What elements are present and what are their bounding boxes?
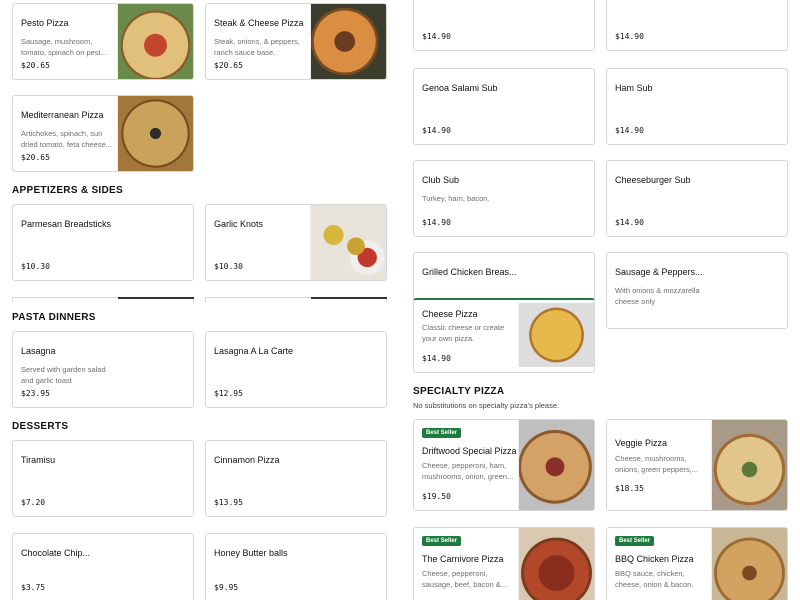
item-image (310, 205, 386, 280)
item-name: Club Sub (422, 175, 460, 185)
item-name: Steak & Cheese Pizza (214, 18, 304, 28)
item-description: Artichokes, spinach, sun dried tomato, fe… (21, 129, 112, 149)
item-name: Tiramisu (21, 455, 56, 465)
menu-item-sub-top-left[interactable]: $14.90 (413, 0, 595, 51)
item-name: Ham Sub (615, 83, 653, 93)
menu-item-tiramisu[interactable]: Tiramisu $7.20 (12, 440, 194, 517)
item-description: With onions & mozzarella cheese only (615, 286, 700, 306)
menu-item-garlic-knots[interactable]: Garlic Knots $10.30 (205, 204, 387, 281)
hidden-card-image-edge (118, 297, 194, 299)
item-price: $20.65 (21, 153, 50, 162)
item-name: Cinnamon Pizza (214, 455, 280, 465)
item-description: Cheese, pepperoni, ham, mushrooms, onion,… (422, 461, 514, 481)
item-name: Pesto Pizza (21, 18, 69, 28)
menu-item-driftwood-special-pizza[interactable]: Best Seller Driftwood Special Pizza Chee… (413, 419, 595, 511)
menu-item-cheeseburger-sub[interactable]: Cheeseburger Sub $14.90 (606, 160, 788, 237)
item-name: Veggie Pizza (615, 438, 668, 448)
item-price: $13.95 (214, 498, 243, 507)
hidden-card-image-edge (311, 297, 387, 299)
item-name: Garlic Knots (214, 219, 264, 229)
menu-item-genoa-salami-sub[interactable]: Genoa Salami Sub $14.90 (413, 68, 595, 145)
item-price: $14.90 (615, 126, 644, 135)
menu-item-bbq-chicken-pizza[interactable]: Best Seller BBQ Chicken Pizza BBQ sauce,… (606, 527, 788, 600)
item-image (518, 303, 594, 367)
menu-item-sub-top-right[interactable]: $14.90 (606, 0, 788, 51)
menu-item-veggie-pizza[interactable]: Veggie Pizza Cheese, mushrooms, onions, g… (606, 419, 788, 511)
item-name: Grilled Chicken Breas... (422, 267, 517, 277)
section-title-pasta: PASTA DINNERS (12, 312, 96, 323)
item-name: Lasagna (21, 346, 56, 356)
item-description: Served with garden salad and garlic toast (21, 365, 106, 385)
item-name: Mediterranean Pizza (21, 110, 104, 120)
menu-item-ham-sub[interactable]: Ham Sub $14.90 (606, 68, 788, 145)
item-price: $23.95 (21, 389, 50, 398)
menu-item-honey-butter-balls[interactable]: Honey Butter balls $9.95 (205, 533, 387, 600)
menu-item-cheese-pizza[interactable]: Cheese Pizza Classic cheese or create you… (413, 298, 595, 373)
item-price: $14.90 (422, 218, 451, 227)
best-seller-badge: Best Seller (615, 536, 655, 546)
item-image (310, 4, 386, 79)
item-description: Turkey, ham, bacon. (422, 194, 490, 203)
menu-item-cinnamon-pizza[interactable]: Cinnamon Pizza $13.95 (205, 440, 387, 517)
item-price: $9.95 (214, 583, 239, 592)
menu-item-pesto-pizza[interactable]: Pesto Pizza Sausage, mushroom, tomato, sp… (12, 3, 194, 80)
item-image (711, 420, 787, 510)
item-name: Lasagna A La Carte (214, 346, 294, 356)
menu-item-sausage-peppers-sub[interactable]: Sausage & Peppers... With onions & mozza… (606, 252, 788, 329)
menu-item-steak-cheese-pizza[interactable]: Steak & Cheese Pizza Steak, onions, & pe… (205, 3, 387, 80)
item-description: Classic cheese or create your own pizza. (422, 323, 505, 343)
item-price: $14.90 (422, 126, 451, 135)
item-image (117, 96, 193, 171)
item-name: The Carnivore Pizza (422, 554, 504, 564)
item-name: Driftwood Special Pizza (422, 446, 517, 456)
item-name: Chocolate Chip... (21, 548, 91, 558)
item-price: $10.30 (21, 262, 50, 271)
item-price: $19.50 (422, 492, 451, 501)
item-description: Sausage, mushroom, tomato, spinach on pes… (21, 37, 107, 57)
item-name: BBQ Chicken Pizza (615, 554, 694, 564)
item-name: Genoa Salami Sub (422, 83, 498, 93)
item-name: Honey Butter balls (214, 548, 288, 558)
item-description: Steak, onions, & peppers, ranch sauce bas… (214, 37, 300, 57)
item-price: $18.35 (615, 484, 644, 493)
item-image (117, 4, 193, 79)
item-price: $14.90 (422, 354, 451, 363)
item-price: $20.65 (21, 61, 50, 70)
section-title-desserts: DESSERTS (12, 421, 69, 432)
menu-item-parmesan-breadsticks[interactable]: Parmesan Breadsticks $10.30 (12, 204, 194, 281)
item-name: Sausage & Peppers... (615, 267, 703, 277)
best-seller-badge: Best Seller (422, 536, 462, 546)
item-name: Cheese Pizza (422, 309, 478, 319)
item-description: Cheese, mushrooms, onions, green peppers,… (615, 454, 698, 474)
item-price: $14.90 (615, 32, 644, 41)
item-description: Cheese, pepperoni, sausage, beef, bacon &… (422, 569, 508, 589)
item-image (518, 420, 594, 510)
item-image (711, 528, 787, 600)
item-price: $3.75 (21, 583, 46, 592)
item-price: $14.90 (615, 218, 644, 227)
menu-item-chocolate-chip[interactable]: Chocolate Chip... $3.75 (12, 533, 194, 600)
menu-item-club-sub[interactable]: Club Sub Turkey, ham, bacon. $14.90 (413, 160, 595, 237)
item-description: BBQ sauce, chicken, cheese, onion & bacon… (615, 569, 694, 589)
section-note-specialty: No substitutions on specialty pizza's pl… (413, 401, 560, 410)
section-title-appetizers: APPETIZERS & SIDES (12, 185, 123, 196)
menu-item-carnivore-pizza[interactable]: Best Seller The Carnivore Pizza Cheese, … (413, 527, 595, 600)
item-name: Cheeseburger Sub (615, 175, 691, 185)
item-price: $10.30 (214, 262, 243, 271)
menu-item-lasagna-a-la-carte[interactable]: Lasagna A La Carte $12.95 (205, 331, 387, 408)
item-price: $14.90 (422, 32, 451, 41)
best-seller-badge: Best Seller (422, 428, 462, 438)
item-name: Parmesan Breadsticks (21, 219, 112, 229)
section-title-specialty: SPECIALTY PIZZA (413, 386, 505, 397)
menu-item-mediterranean-pizza[interactable]: Mediterranean Pizza Artichokes, spinach,… (12, 95, 194, 172)
item-price: $7.20 (21, 498, 46, 507)
item-price: $20.65 (214, 61, 243, 70)
item-price: $12.95 (214, 389, 243, 398)
menu-item-lasagna[interactable]: Lasagna Served with garden salad and garl… (12, 331, 194, 408)
item-image (518, 528, 594, 600)
